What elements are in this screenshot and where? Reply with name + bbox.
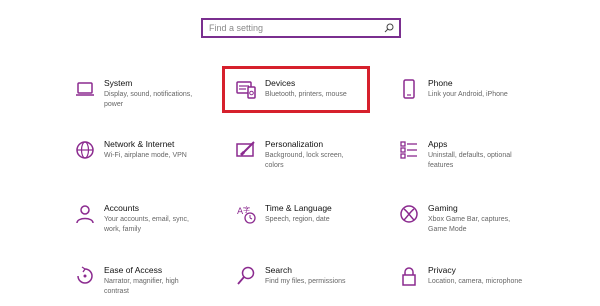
xbox-icon — [398, 203, 420, 225]
category-description: Link your Android, iPhone — [428, 91, 508, 98]
lock-icon — [398, 265, 420, 287]
category-system[interactable]: System Display, sound, notifications, po… — [74, 78, 202, 109]
category-description: Wi-Fi, airplane mode, VPN — [104, 152, 187, 159]
devices-icon — [235, 78, 257, 100]
category-description: Find my files, permissions — [265, 278, 346, 285]
category-accounts[interactable]: Accounts Your accounts, email, sync, wor… — [74, 203, 202, 234]
category-apps[interactable]: Apps Uninstall, defaults, optional featu… — [398, 139, 526, 170]
person-icon — [74, 203, 96, 225]
globe-icon — [74, 139, 96, 161]
category-title: Gaming — [428, 203, 458, 213]
category-title: Time & Language — [265, 203, 332, 213]
category-gaming[interactable]: Gaming Xbox Game Bar, captures, Game Mod… — [398, 203, 526, 234]
category-devices[interactable]: Devices Bluetooth, printers, mouse — [235, 78, 363, 100]
category-network-internet[interactable]: Network & Internet Wi-Fi, airplane mode,… — [74, 139, 202, 161]
category-search[interactable]: Search Find my files, permissions — [235, 265, 363, 287]
category-title: Network & Internet — [104, 139, 175, 149]
category-description: Location, camera, microphone — [428, 278, 523, 285]
settings-categories-grid: System Display, sound, notifications, po… — [0, 0, 600, 306]
laptop-icon — [74, 78, 96, 100]
category-description: Your accounts, email, sync, work, family — [104, 216, 189, 233]
category-description: Speech, region, date — [265, 216, 330, 223]
category-title: Ease of Access — [104, 265, 163, 275]
phone-icon — [398, 78, 420, 100]
time-language-icon: A字 — [235, 203, 257, 225]
apps-list-icon — [398, 139, 420, 161]
category-title: Privacy — [428, 265, 456, 275]
paintbrush-icon — [235, 139, 257, 161]
category-title: Accounts — [104, 203, 139, 213]
category-description: Uninstall, defaults, optional features — [428, 152, 512, 169]
category-personalization[interactable]: Personalization Background, lock screen,… — [235, 139, 363, 170]
category-description: Narrator, magnifier, high contrast — [104, 278, 179, 295]
category-title: System — [104, 78, 133, 88]
category-title: Personalization — [265, 139, 324, 149]
category-title: Search — [265, 265, 292, 275]
category-title: Devices — [265, 78, 296, 88]
category-title: Phone — [428, 78, 453, 88]
magnifier-icon — [235, 265, 257, 287]
category-description: Display, sound, notifications, power — [104, 91, 193, 108]
category-description: Background, lock screen, colors — [265, 152, 344, 169]
category-ease-of-access[interactable]: Ease of Access Narrator, magnifier, high… — [74, 265, 202, 296]
ease-of-access-icon — [74, 265, 96, 287]
category-title: Apps — [428, 139, 448, 149]
category-privacy[interactable]: Privacy Location, camera, microphone — [398, 265, 526, 287]
category-phone[interactable]: Phone Link your Android, iPhone — [398, 78, 526, 100]
category-description: Xbox Game Bar, captures, Game Mode — [428, 216, 511, 233]
category-description: Bluetooth, printers, mouse — [265, 91, 347, 98]
category-time-language[interactable]: A字 Time & Language Speech, region, date — [235, 203, 363, 225]
